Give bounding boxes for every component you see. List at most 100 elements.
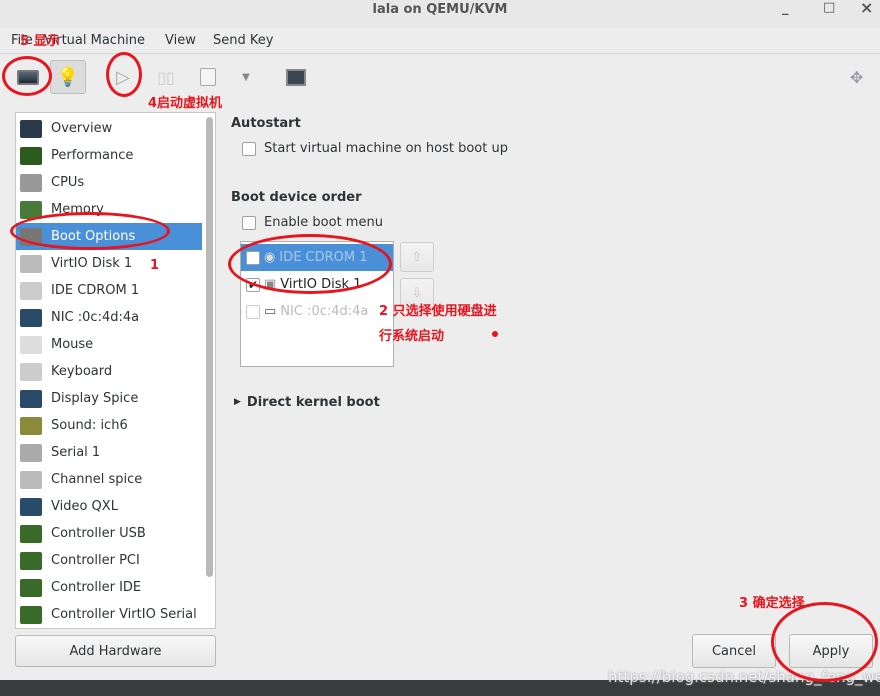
boot-order-heading: Boot device order bbox=[231, 190, 362, 205]
pause-icon: ▯▯ bbox=[157, 67, 175, 87]
arrow-up-icon: ⇧ bbox=[411, 249, 423, 265]
sidebar-item-controller-usb[interactable]: Controller USB bbox=[16, 520, 202, 547]
sidebar-item-label: Serial 1 bbox=[51, 445, 101, 460]
sidebar-item-display-spice[interactable]: Display Spice bbox=[16, 385, 202, 412]
boot-menu-checkbox[interactable]: Enable boot menu bbox=[242, 215, 383, 230]
power-icon bbox=[200, 68, 216, 86]
annotation-4: 4启动虚拟机 bbox=[148, 96, 223, 111]
autostart-heading: Autostart bbox=[231, 116, 301, 131]
annotation-circle bbox=[771, 602, 878, 682]
hardware-icon bbox=[20, 389, 42, 408]
hardware-icon bbox=[20, 443, 42, 462]
annotation-2b: 行系统启动 bbox=[379, 329, 445, 344]
pause-button[interactable]: ▯▯ bbox=[148, 60, 184, 94]
details-button[interactable]: 💡 bbox=[50, 60, 86, 94]
fullscreen-button[interactable] bbox=[278, 60, 314, 94]
sidebar-item-sound-ich6[interactable]: Sound: ich6 bbox=[16, 412, 202, 439]
move-up-button[interactable]: ⇧ bbox=[400, 242, 434, 272]
sidebar-item-controller-virtio-serial[interactable]: Controller VirtIO Serial bbox=[16, 601, 202, 628]
sidebar-item-keyboard[interactable]: Keyboard bbox=[16, 358, 202, 385]
triangle-right-icon: ▶ bbox=[234, 397, 241, 407]
sidebar-item-label: Controller USB bbox=[51, 526, 146, 541]
sidebar-item-virtio-disk-1[interactable]: VirtIO Disk 1 bbox=[16, 250, 202, 277]
hardware-list: Overview Performance CPUs Memory Boot Option… bbox=[15, 112, 216, 629]
sidebar-item-label: Mouse bbox=[51, 337, 94, 352]
sidebar-item-overview[interactable]: Overview bbox=[16, 115, 202, 142]
hardware-icon bbox=[20, 578, 42, 597]
screens-icon bbox=[286, 68, 306, 86]
annotation-2: 2 只选择使用硬盘进 bbox=[379, 304, 497, 319]
cancel-button[interactable]: Cancel bbox=[692, 634, 776, 668]
annotation-3: 3 确定选择 bbox=[739, 596, 805, 611]
sidebar-item-channel-spice[interactable]: Channel spice bbox=[16, 466, 202, 493]
sidebar-item-label: Controller PCI bbox=[51, 553, 140, 568]
hardware-icon bbox=[20, 362, 42, 381]
hardware-icon bbox=[20, 281, 42, 300]
title-bar: lala on QEMU/KVM _ □ × bbox=[0, 0, 880, 28]
sidebar-item-label: Display Spice bbox=[51, 391, 139, 406]
sidebar-item-serial-1[interactable]: Serial 1 bbox=[16, 439, 202, 466]
hardware-icon bbox=[20, 470, 42, 489]
sidebar-item-label: Performance bbox=[51, 148, 134, 163]
checkbox[interactable] bbox=[242, 215, 256, 230]
shutdown-menu-button[interactable]: ▼ bbox=[228, 60, 264, 94]
sidebar-item-label: CPUs bbox=[51, 175, 85, 190]
sidebar-item-cpus[interactable]: CPUs bbox=[16, 169, 202, 196]
hardware-icon bbox=[20, 254, 42, 273]
sidebar-item-performance[interactable]: Performance bbox=[16, 142, 202, 169]
hardware-icon bbox=[20, 119, 42, 138]
scrollbar[interactable] bbox=[206, 117, 213, 577]
add-hardware-button[interactable]: Add Hardware bbox=[15, 635, 216, 667]
lightbulb-icon: 💡 bbox=[56, 66, 80, 88]
sidebar-item-ide-cdrom-1[interactable]: IDE CDROM 1 bbox=[16, 277, 202, 304]
menu-view[interactable]: View bbox=[165, 33, 196, 48]
hardware-icon bbox=[20, 416, 42, 435]
hardware-icon bbox=[20, 524, 42, 543]
hardware-icon bbox=[20, 335, 42, 354]
sidebar-item-nic-0c-4d-4a[interactable]: NIC :0c:4d:4a bbox=[16, 304, 202, 331]
minimize-button[interactable]: _ bbox=[782, 1, 789, 17]
sidebar-item-label: Channel spice bbox=[51, 472, 143, 487]
sidebar-item-label: NIC :0c:4d:4a bbox=[51, 310, 140, 325]
sidebar-item-label: VirtIO Disk 1 bbox=[51, 256, 133, 271]
resize-icon: ✥ bbox=[850, 68, 864, 87]
direct-kernel-expander[interactable]: ▶ Direct kernel boot bbox=[234, 395, 380, 410]
annotation-circle bbox=[2, 56, 52, 96]
autostart-label: Start virtual machine on host boot up bbox=[264, 141, 508, 156]
arrow-down-icon: ⇩ bbox=[411, 285, 423, 301]
menu-bar: File Virtual Machine View Send Key bbox=[0, 30, 880, 54]
expander-label: Direct kernel boot bbox=[246, 395, 380, 410]
close-button[interactable]: × bbox=[860, 0, 873, 16]
device-label: NIC :0c:4d:4a bbox=[280, 304, 369, 319]
boot-menu-label: Enable boot menu bbox=[264, 215, 383, 230]
sidebar-item-video-qxl[interactable]: Video QXL bbox=[16, 493, 202, 520]
annotation-circle bbox=[106, 52, 142, 97]
checkbox[interactable] bbox=[246, 304, 260, 319]
sidebar-item-label: Overview bbox=[51, 121, 113, 136]
sidebar-item-label: Video QXL bbox=[51, 499, 118, 514]
hardware-icon bbox=[20, 551, 42, 570]
checkbox[interactable] bbox=[242, 141, 256, 156]
autostart-checkbox[interactable]: Start virtual machine on host boot up bbox=[242, 141, 508, 156]
sidebar-item-mouse[interactable]: Mouse bbox=[16, 331, 202, 358]
menu-send-key[interactable]: Send Key bbox=[213, 33, 273, 48]
boot-device-nic[interactable]: ▭ NIC :0c:4d:4a bbox=[241, 298, 393, 325]
hardware-icon bbox=[20, 497, 42, 516]
sidebar-item-label: Sound: ich6 bbox=[51, 418, 128, 433]
annotation-dot bbox=[492, 331, 498, 337]
sidebar-item-label: Controller IDE bbox=[51, 580, 142, 595]
sidebar-item-controller-pci[interactable]: Controller PCI bbox=[16, 547, 202, 574]
sidebar-item-label: IDE CDROM 1 bbox=[51, 283, 140, 298]
hardware-icon bbox=[20, 308, 42, 327]
hardware-icon bbox=[20, 605, 42, 624]
hardware-icon bbox=[20, 173, 42, 192]
sidebar-item-label: Keyboard bbox=[51, 364, 113, 379]
shutdown-button[interactable] bbox=[190, 60, 226, 94]
sidebar-item-controller-ide[interactable]: Controller IDE bbox=[16, 574, 202, 601]
annotation-circle bbox=[228, 234, 392, 294]
chevron-down-icon: ▼ bbox=[242, 71, 250, 83]
sidebar-item-label: Controller VirtIO Serial bbox=[51, 607, 197, 622]
window-title: lala on QEMU/KVM bbox=[372, 2, 508, 17]
maximize-button[interactable]: □ bbox=[823, 0, 835, 16]
hardware-icon bbox=[20, 146, 42, 165]
